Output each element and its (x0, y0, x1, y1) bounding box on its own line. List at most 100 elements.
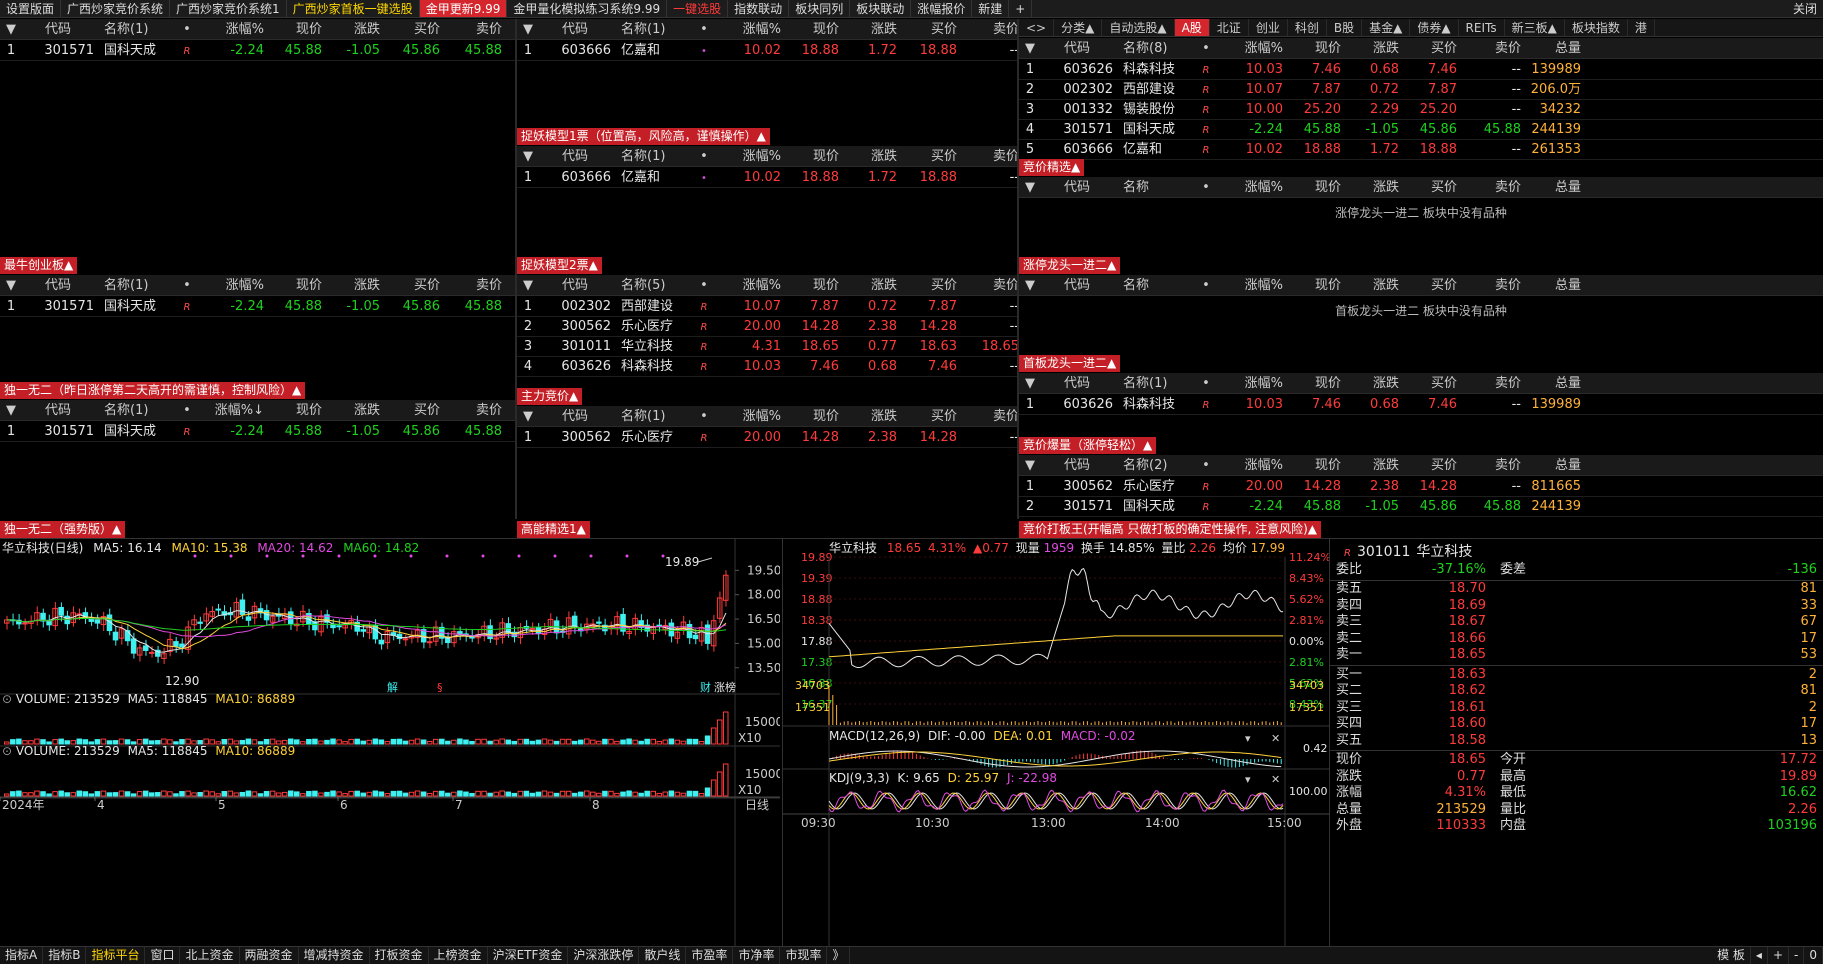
market-subtab[interactable]: 北证 (1210, 19, 1249, 36)
table-row[interactable]: 5 603666 亿嘉和 R 10.02 18.88 1.72 18.88 -- 261353 (1019, 140, 1823, 160)
column-header-chg[interactable]: 涨跌 (1345, 373, 1403, 393)
close-button[interactable]: 关闭 (1787, 0, 1823, 17)
column-header-name[interactable]: 名称(1) (94, 400, 174, 420)
column-header-pct[interactable]: 涨幅% (200, 19, 268, 39)
bottom-tool[interactable]: - (1789, 947, 1805, 964)
column-header-name[interactable]: 名称(1) (611, 19, 691, 39)
bottom-tool[interactable]: 》 (827, 947, 851, 964)
column-header-chg[interactable]: 涨跌 (326, 400, 384, 420)
column-header-name[interactable]: 名称(8) (1113, 38, 1193, 58)
mid-panel-title[interactable]: 主力竞价▲ (517, 388, 583, 405)
column-header[interactable]: ▼ (0, 19, 22, 39)
column-header-pct[interactable]: 涨幅% (717, 275, 785, 295)
market-subtab[interactable]: 板块指数 (1565, 19, 1628, 36)
table-row[interactable]: 1 301571 国科天成 R -2.24 45.88 -1.05 45.86 45.88 (0, 41, 515, 61)
bottom-tool[interactable]: 沪深ETF资金 (488, 947, 569, 964)
column-header[interactable]: ▼ (1019, 275, 1041, 295)
column-header-price[interactable]: 现价 (785, 275, 843, 295)
column-header-pct[interactable]: 涨幅%↓ (200, 400, 268, 420)
table-row[interactable]: 4 603626 科森科技 R 10.03 7.46 0.68 7.46 -- (517, 357, 1019, 377)
column-header-ask[interactable]: 卖价 (444, 19, 506, 39)
column-header-pct[interactable]: 涨幅% (1219, 275, 1287, 295)
top-tab[interactable]: 涨幅报价 (911, 0, 973, 17)
column-header-name[interactable]: 名称(1) (1113, 373, 1193, 393)
column-header[interactable]: • (174, 19, 200, 39)
column-header[interactable]: • (174, 275, 200, 295)
table-row[interactable]: 1 300562 乐心医疗 R 20.00 14.28 2.38 14.28 -- (517, 428, 1019, 448)
column-header[interactable]: • (174, 400, 200, 420)
bottom-tool[interactable]: 窗口 (145, 947, 181, 964)
column-header[interactable]: ▼ (1019, 38, 1041, 58)
column-header[interactable]: ▼ (517, 275, 539, 295)
column-header-ask[interactable]: 卖价 (1461, 275, 1525, 295)
column-header-vol[interactable]: 总量 (1525, 275, 1585, 295)
column-header-code[interactable]: 代码 (1041, 177, 1113, 197)
table-row[interactable]: 1 301571 国科天成 R -2.24 45.88 -1.05 45.86 45.88 (0, 422, 515, 442)
column-header-bid[interactable]: 买价 (1403, 455, 1461, 475)
bottom-tool[interactable]: 市盈率 (686, 947, 734, 964)
market-subtab[interactable]: 分类▲ (1054, 19, 1103, 36)
column-header-vol[interactable]: 总量 (1525, 373, 1585, 393)
column-header-chg[interactable]: 涨跌 (843, 406, 901, 426)
market-subtab[interactable]: 债券▲ (1410, 19, 1459, 36)
market-subtab[interactable]: A股 (1174, 19, 1210, 36)
column-header-pct[interactable]: 涨幅% (717, 406, 785, 426)
column-header-code[interactable]: 代码 (1041, 373, 1113, 393)
table-row[interactable]: 1 300562 乐心医疗 R 20.00 14.28 2.38 14.28 -- 811665 (1019, 477, 1823, 497)
bottom-tool[interactable]: ◂ (1751, 947, 1768, 964)
column-header-vol[interactable]: 总量 (1525, 455, 1585, 475)
column-header[interactable]: • (1193, 38, 1219, 58)
left-panel-title[interactable]: 独一无二（昨日涨停第二天高开的需谨慎，控制风险）▲ (0, 382, 306, 399)
right-panel-title[interactable]: 涨停龙头一进二▲ (1019, 257, 1121, 274)
bid-level[interactable]: 买一 18.63 2 (1330, 667, 1823, 684)
right-panel-title[interactable]: 首板龙头一进二▲ (1019, 355, 1121, 372)
column-header-price[interactable]: 现价 (1287, 38, 1345, 58)
table-row[interactable]: 1 603666 亿嘉和 • 10.02 18.88 1.72 18.88 -- (517, 168, 1019, 188)
bid-level[interactable]: 买三 18.61 2 (1330, 700, 1823, 717)
ask-level[interactable]: 卖一 18.65 53 (1330, 647, 1823, 664)
column-header-name[interactable]: 名称(5) (611, 275, 691, 295)
table-row[interactable]: 2 301571 国科天成 R -2.24 45.88 -1.05 45.86 45.88 244… (1019, 497, 1823, 517)
column-header[interactable]: ▼ (0, 400, 22, 420)
column-header-price[interactable]: 现价 (1287, 373, 1345, 393)
panel-title-gaoneng[interactable]: 高能精选1▲ (517, 521, 590, 538)
market-subtab[interactable]: 新三板▲ (1505, 19, 1565, 36)
column-header-ask[interactable]: 卖价 (961, 146, 1023, 166)
column-header-pct[interactable]: 涨幅% (1219, 177, 1287, 197)
column-header[interactable]: ▼ (517, 146, 539, 166)
column-header-ask[interactable]: 卖价 (1461, 38, 1525, 58)
column-header-price[interactable]: 现价 (1287, 455, 1345, 475)
column-header-vol[interactable]: 总量 (1525, 38, 1585, 58)
column-header-bid[interactable]: 买价 (1403, 373, 1461, 393)
column-header[interactable]: • (691, 19, 717, 39)
column-header-name[interactable]: 名称 (1113, 177, 1193, 197)
ask-level[interactable]: 卖三 18.67 67 (1330, 614, 1823, 631)
column-header-bid[interactable]: 买价 (901, 19, 961, 39)
column-header-bid[interactable]: 买价 (384, 400, 444, 420)
column-header-code[interactable]: 代码 (1041, 275, 1113, 295)
bid-level[interactable]: 买五 18.58 13 (1330, 733, 1823, 750)
column-header-name[interactable]: 名称(1) (611, 406, 691, 426)
market-subtab[interactable]: 科创 (1288, 19, 1327, 36)
top-tab[interactable]: 广西炒家竞价系统 (61, 0, 171, 17)
column-header-chg[interactable]: 涨跌 (843, 275, 901, 295)
ask-level[interactable]: 卖五 18.70 81 (1330, 581, 1823, 598)
column-header-name[interactable]: 名称(1) (611, 146, 691, 166)
column-header-chg[interactable]: 涨跌 (1345, 275, 1403, 295)
ask-level[interactable]: 卖四 18.69 33 (1330, 598, 1823, 615)
market-subtab[interactable]: 基金▲ (1362, 19, 1411, 36)
column-header[interactable]: ▼ (1019, 373, 1041, 393)
bottom-tool[interactable]: 增减持资金 (299, 947, 370, 964)
column-header-pct[interactable]: 涨幅% (200, 275, 268, 295)
bottom-tool[interactable]: 指标A (0, 947, 44, 964)
table-row[interactable]: 3 001332 锡装股份 R 10.00 25.20 2.29 25.20 -- 34232 (1019, 100, 1823, 120)
top-tab[interactable]: 广西炒家首板一键选股 (287, 0, 420, 17)
right-panel-title[interactable]: 竞价精选▲ (1019, 159, 1085, 176)
column-header-price[interactable]: 现价 (785, 19, 843, 39)
bottom-tool[interactable]: 散户线 (639, 947, 687, 964)
bid-level[interactable]: 买二 18.62 81 (1330, 683, 1823, 700)
table-row[interactable]: 4 301571 国科天成 R -2.24 45.88 -1.05 45.86 45.88 244… (1019, 120, 1823, 140)
top-tab[interactable]: 一键选股 (667, 0, 729, 17)
column-header-chg[interactable]: 涨跌 (843, 146, 901, 166)
column-header-pct[interactable]: 涨幅% (717, 19, 785, 39)
